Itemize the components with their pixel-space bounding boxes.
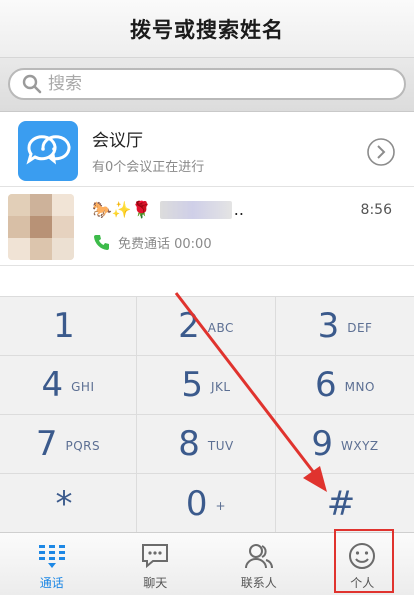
chat-bubble-icon [142, 544, 169, 569]
key-7[interactable]: 7 PQRS [0, 415, 137, 474]
search-input[interactable] [48, 74, 368, 94]
key-digit: 1 [53, 306, 75, 346]
key-letters: DEF [347, 321, 373, 335]
dialpad-icon [38, 545, 65, 568]
tab-chat[interactable]: 聊天 [104, 533, 208, 595]
key-digit: 4 [41, 365, 64, 405]
key-1[interactable]: 1 [0, 297, 137, 356]
tab-calls[interactable]: 通话 [0, 533, 104, 595]
key-digit: 2 [178, 306, 200, 346]
key-digit: 6 [315, 365, 337, 405]
key-3[interactable]: 3 DEF [276, 297, 414, 356]
tab-label: 联系人 [240, 576, 277, 590]
key-9[interactable]: 9 WXYZ [276, 415, 414, 474]
key-5[interactable]: 5 JKL [137, 356, 276, 415]
key-letters: ABC [207, 321, 234, 335]
conference-title: 会议厅 [92, 131, 143, 151]
conference-subtitle: 有0个会议正在进行 [92, 160, 205, 175]
key-digit: 8 [178, 424, 200, 464]
tab-label: 通话 [39, 576, 64, 590]
key-letters: PQRS [65, 439, 101, 453]
tab-label: 聊天 [143, 576, 168, 590]
name-redaction-blur [159, 200, 232, 219]
call-detail-text: 免费通话 00:00 [118, 236, 212, 252]
tab-label: 个人 [350, 576, 375, 590]
dial-keypad: 1 2 ABC 3 DEF 4 GHI 5 JKL 6 MNO 7 PQRS 8 TUV 9W… [0, 296, 414, 533]
key-8[interactable]: 8 TUV [137, 415, 276, 474]
key-letters: MNO [344, 380, 375, 394]
key-2[interactable]: 2 ABC [137, 297, 276, 356]
key-letters: GHI [71, 380, 95, 394]
conference-icon [18, 121, 78, 181]
key-digit: * [55, 483, 73, 524]
key-hash[interactable]: # [276, 474, 414, 533]
key-digit: # [326, 483, 356, 524]
avatar [8, 194, 74, 260]
key-4[interactable]: 4 GHI [0, 356, 137, 415]
search-box[interactable] [8, 68, 406, 100]
key-digit: 3 [317, 306, 340, 346]
conference-hall-row[interactable]: 会议厅 有0个会议正在进行 [0, 112, 414, 187]
call-time: 8:56 [360, 202, 392, 218]
key-letters: WXYZ [341, 439, 379, 453]
smiley-icon [349, 543, 376, 569]
tab-profile[interactable]: 个人 [311, 533, 414, 595]
key-digit: 5 [181, 365, 204, 405]
tab-contacts[interactable]: 联系人 [207, 533, 311, 595]
search-icon [22, 74, 42, 94]
call-detail: 免费通话 00:00 [92, 232, 212, 252]
key-digit: 0 [185, 483, 208, 524]
key-digit: 7 [35, 424, 58, 464]
caller-name: 🐎✨🌹 .. [92, 200, 244, 219]
key-0[interactable]: 0 + [137, 474, 276, 533]
key-digit: 9 [311, 424, 333, 464]
key-letters: TUV [207, 439, 234, 453]
key-6[interactable]: 6 MNO [276, 356, 414, 415]
caller-name-emoji: 🐎✨🌹 [92, 200, 152, 219]
chevron-right-icon[interactable] [366, 137, 396, 167]
key-letters: + [215, 498, 227, 513]
page-title: 拨号或搜索姓名 [130, 17, 284, 42]
phone-call-icon [94, 235, 109, 250]
contacts-icon [244, 544, 273, 569]
key-letters: JKL [211, 380, 231, 394]
recent-call-row[interactable]: 🐎✨🌹 .. 8:56 免费通话 00:00 [0, 188, 414, 266]
key-star[interactable]: * [0, 474, 137, 533]
caller-name-suffix: .. [233, 200, 244, 219]
header-bar: 拨号或搜索姓名 [0, 0, 414, 58]
bottom-tab-bar: 通话 聊天 联系人 个人 [0, 532, 414, 595]
search-bar [0, 58, 414, 112]
